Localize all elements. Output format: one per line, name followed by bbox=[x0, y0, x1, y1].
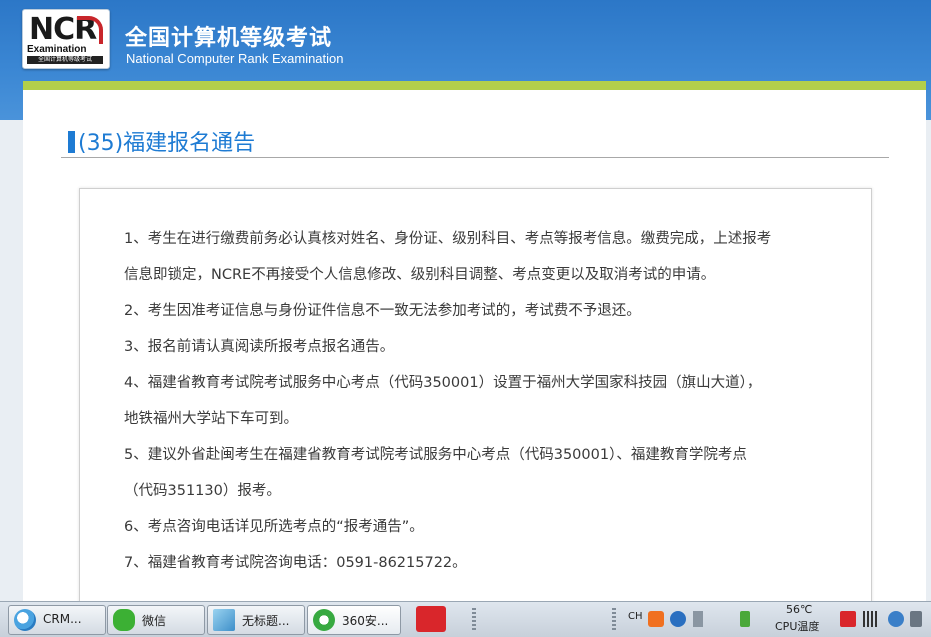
wps-tray-icon[interactable] bbox=[840, 611, 856, 627]
taskbar-item-label: CRM... bbox=[43, 612, 82, 626]
logo-swoosh-icon bbox=[77, 16, 103, 44]
title-divider bbox=[61, 157, 889, 158]
notepad-icon bbox=[213, 609, 235, 631]
cpu-temp-value: 56℃ bbox=[786, 603, 813, 616]
notice-lines: 1、考生在进行缴费前务必认真核对姓名、身份证、级别科目、考点等报考信息。缴费完成… bbox=[124, 221, 844, 581]
notice-line: 3、报名前请认真阅读所报考点报名通告。 bbox=[124, 339, 395, 355]
link-icon[interactable] bbox=[888, 611, 904, 627]
taskbar-item-crm[interactable]: CRM... bbox=[8, 605, 106, 635]
notice-line: 地铁福州大学站下车可到。 bbox=[124, 411, 298, 427]
logo-strip: 全国计算机等级考试 bbox=[27, 56, 103, 64]
notice-line: 6、考点咨询电话详见所选考点的“报考通告”。 bbox=[124, 519, 424, 535]
page-title: (35)福建报名通告 bbox=[68, 125, 255, 157]
content-panel: (35)福建报名通告 1、考生在进行缴费前务必认真核对姓名、身份证、级别科目、考… bbox=[23, 81, 926, 609]
accent-bar bbox=[23, 81, 926, 90]
ncre-logo[interactable]: NCR Examination 全国计算机等级考试 bbox=[22, 9, 110, 69]
taskbar-item-label: 360安... bbox=[342, 614, 389, 628]
ime-indicator[interactable]: CH bbox=[628, 611, 643, 622]
crm-icon bbox=[14, 609, 36, 631]
site-title-en: National Computer Rank Examination bbox=[126, 51, 344, 66]
360-browser-icon bbox=[313, 609, 335, 631]
page-title-text: (35)福建报名通告 bbox=[78, 131, 256, 156]
settings-icon[interactable] bbox=[693, 611, 703, 627]
taskbar: CRM... 微信 无标题... 360安... CH 56℃ CPU温度 bbox=[0, 601, 931, 637]
logo-sub: Examination bbox=[27, 44, 87, 55]
notice-line: 2、考生因准考证信息与身份证件信息不一致无法参加考试的，考试费不予退还。 bbox=[124, 303, 641, 319]
cpu-temp-label: CPU温度 bbox=[775, 620, 820, 633]
notice-line: 信息即锁定，NCRE不再接受个人信息修改、级别科目调整、考点变更以及取消考试的申… bbox=[124, 267, 716, 283]
usb-icon[interactable] bbox=[740, 611, 750, 627]
notice-line: 4、福建省教育考试院考试服务中心考点（代码350001）设置于福州大学国家科技园… bbox=[124, 375, 762, 391]
taskbar-item-label: 微信 bbox=[142, 614, 167, 628]
tray-grip-icon[interactable] bbox=[612, 608, 616, 630]
title-marker-icon bbox=[68, 131, 75, 153]
taskbar-item-notepad[interactable]: 无标题... bbox=[207, 605, 305, 635]
power-icon[interactable] bbox=[910, 611, 922, 627]
notice-line: 1、考生在进行缴费前务必认真核对姓名、身份证、级别科目、考点等报考信息。缴费完成… bbox=[124, 231, 772, 247]
wechat-icon bbox=[113, 609, 135, 631]
wps-icon[interactable] bbox=[416, 606, 446, 632]
site-title-cn: 全国计算机等级考试 bbox=[125, 26, 333, 51]
notice-box: 1、考生在进行缴费前务必认真核对姓名、身份证、级别科目、考点等报考信息。缴费完成… bbox=[79, 188, 872, 609]
taskbar-item-360-browser[interactable]: 360安... bbox=[307, 605, 401, 635]
sogou-icon[interactable] bbox=[648, 611, 664, 627]
help-icon[interactable] bbox=[670, 611, 686, 627]
network-icon[interactable] bbox=[863, 611, 879, 627]
taskbar-grip-icon[interactable] bbox=[472, 608, 476, 630]
notice-line: 7、福建省教育考试院咨询电话：0591-86215722。 bbox=[124, 555, 467, 571]
taskbar-item-wechat[interactable]: 微信 bbox=[107, 605, 205, 635]
notice-line: 5、建议外省赴闽考生在福建省教育考试院考试服务中心考点（代码350001）、福建… bbox=[124, 447, 747, 463]
notice-line: （代码351130）报考。 bbox=[124, 483, 281, 499]
taskbar-item-label: 无标题... bbox=[242, 614, 290, 628]
